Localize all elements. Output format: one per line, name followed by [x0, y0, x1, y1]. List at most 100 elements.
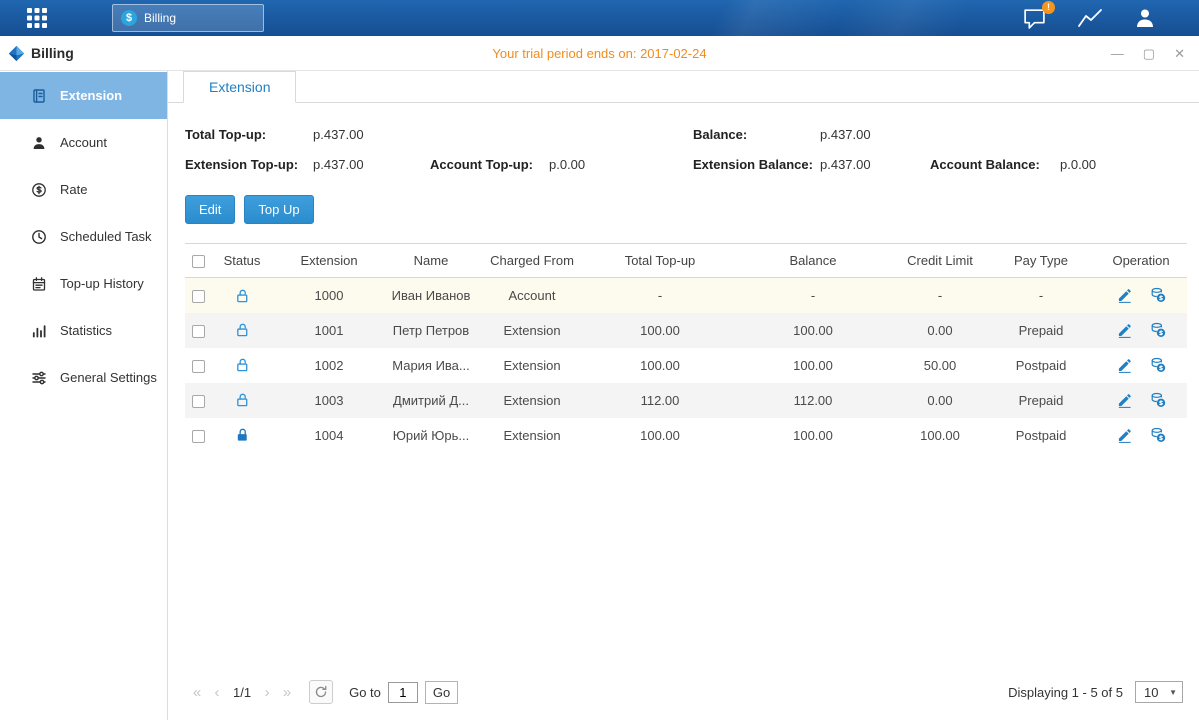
sidebar-item-rate[interactable]: Rate — [0, 166, 167, 213]
cell-credit-limit: - — [893, 278, 987, 313]
cell-name: Петр Петров — [385, 313, 477, 348]
unlocked-icon — [235, 357, 250, 373]
last-page-button[interactable]: » — [277, 684, 297, 701]
total-topup-value: p.437.00 — [313, 127, 430, 142]
column-header-credit-limit: Credit Limit — [893, 244, 987, 278]
cell-credit-limit: 0.00 — [893, 313, 987, 348]
topup-icon — [1150, 357, 1166, 373]
app-title: Billing — [31, 45, 74, 61]
cell-balance: 100.00 — [733, 348, 893, 383]
row-edit-button[interactable] — [1117, 288, 1132, 303]
edit-icon — [1117, 288, 1132, 303]
cell-total-topup: 112.00 — [587, 383, 733, 418]
tab-strip: Extension — [168, 71, 1199, 103]
row-checkbox[interactable] — [192, 290, 205, 303]
apps-menu-button[interactable] — [0, 6, 74, 30]
minimize-button[interactable]: — — [1111, 47, 1124, 60]
cell-total-topup: 100.00 — [587, 313, 733, 348]
account-icon — [31, 135, 47, 151]
close-button[interactable]: ✕ — [1174, 47, 1185, 60]
row-edit-button[interactable] — [1117, 428, 1132, 443]
page-size-select[interactable]: 10 ▼ — [1135, 681, 1183, 703]
taskbar-tab-billing[interactable]: $ Billing — [112, 4, 264, 32]
sidebar-item-statistics[interactable]: Statistics — [0, 307, 167, 354]
rate-icon — [31, 182, 47, 198]
table-row: 1000 Иван Иванов Account - - - - — [185, 278, 1187, 313]
cell-balance: 100.00 — [733, 418, 893, 453]
reports-button[interactable] — [1077, 7, 1103, 29]
row-edit-button[interactable] — [1117, 323, 1132, 338]
edit-icon — [1117, 323, 1132, 338]
extension-balance-label: Extension Balance: — [693, 157, 820, 172]
sidebar-item-label: Extension — [60, 88, 122, 103]
next-page-button[interactable]: › — [257, 684, 277, 701]
cell-credit-limit: 50.00 — [893, 348, 987, 383]
column-header-operation: Operation — [1095, 244, 1187, 278]
sidebar-item-topup-history[interactable]: Top-up History — [0, 260, 167, 307]
cell-pay-type: Prepaid — [987, 313, 1095, 348]
sidebar-item-general-settings[interactable]: General Settings — [0, 354, 167, 401]
cell-pay-type: Prepaid — [987, 383, 1095, 418]
cell-extension: 1000 — [273, 278, 385, 313]
page-indicator: 1/1 — [233, 685, 251, 700]
row-topup-button[interactable] — [1150, 392, 1166, 408]
cell-charged-from: Account — [477, 278, 587, 313]
sidebar-item-scheduled-task[interactable]: Scheduled Task — [0, 213, 167, 260]
prev-page-button[interactable]: ‹ — [207, 684, 227, 701]
cell-charged-from: Extension — [477, 313, 587, 348]
sidebar-item-label: Top-up History — [60, 276, 144, 291]
row-edit-button[interactable] — [1117, 393, 1132, 408]
row-edit-button[interactable] — [1117, 358, 1132, 373]
cell-total-topup: - — [587, 278, 733, 313]
cell-balance: 112.00 — [733, 383, 893, 418]
row-topup-button[interactable] — [1150, 357, 1166, 373]
cell-total-topup: 100.00 — [587, 418, 733, 453]
topup-icon — [1150, 287, 1166, 303]
sidebar-item-extension[interactable]: Extension — [0, 72, 167, 119]
maximize-button[interactable]: ▢ — [1143, 47, 1155, 60]
cell-name: Юрий Юрь... — [385, 418, 477, 453]
first-page-button[interactable]: « — [187, 684, 207, 701]
topup-icon — [1150, 392, 1166, 408]
select-all-checkbox[interactable] — [192, 255, 205, 268]
cell-charged-from: Extension — [477, 348, 587, 383]
go-button[interactable]: Go — [425, 681, 458, 704]
sidebar: Extension Account Rate Scheduled Tas — [0, 71, 168, 720]
refresh-button[interactable] — [309, 680, 333, 704]
cell-balance: 100.00 — [733, 313, 893, 348]
goto-page-input[interactable] — [388, 682, 418, 703]
row-topup-button[interactable] — [1150, 322, 1166, 338]
sidebar-item-label: Scheduled Task — [60, 229, 152, 244]
cell-credit-limit: 100.00 — [893, 418, 987, 453]
statistics-icon — [31, 323, 47, 339]
column-header-charged-from: Charged From — [477, 244, 587, 278]
column-header-name: Name — [385, 244, 477, 278]
total-topup-label: Total Top-up: — [185, 127, 313, 142]
apps-grid-icon — [25, 6, 49, 30]
extension-icon — [31, 88, 47, 104]
user-menu-button[interactable] — [1133, 6, 1157, 30]
cell-extension: 1001 — [273, 313, 385, 348]
unlocked-icon — [235, 288, 250, 304]
topup-icon — [1150, 322, 1166, 338]
app-window: $ Billing ! — [0, 0, 1199, 720]
sidebar-item-account[interactable]: Account — [0, 119, 167, 166]
notifications-button[interactable]: ! — [1022, 7, 1047, 30]
row-checkbox[interactable] — [192, 360, 205, 373]
title-bar: Billing Your trial period ends on: 2017-… — [0, 36, 1199, 71]
row-checkbox[interactable] — [192, 395, 205, 408]
cell-extension: 1003 — [273, 383, 385, 418]
row-checkbox[interactable] — [192, 430, 205, 443]
edit-button[interactable]: Edit — [185, 195, 235, 224]
tab-extension[interactable]: Extension — [183, 71, 296, 103]
sidebar-item-label: Account — [60, 135, 107, 150]
row-topup-button[interactable] — [1150, 287, 1166, 303]
top-up-button[interactable]: Top Up — [244, 195, 313, 224]
cell-balance: - — [733, 278, 893, 313]
column-header-balance: Balance — [733, 244, 893, 278]
row-topup-button[interactable] — [1150, 427, 1166, 443]
row-checkbox[interactable] — [192, 325, 205, 338]
user-icon — [1133, 6, 1157, 30]
window-controls: — ▢ ✕ — [1111, 47, 1199, 60]
extension-balance-value: p.437.00 — [820, 157, 930, 172]
